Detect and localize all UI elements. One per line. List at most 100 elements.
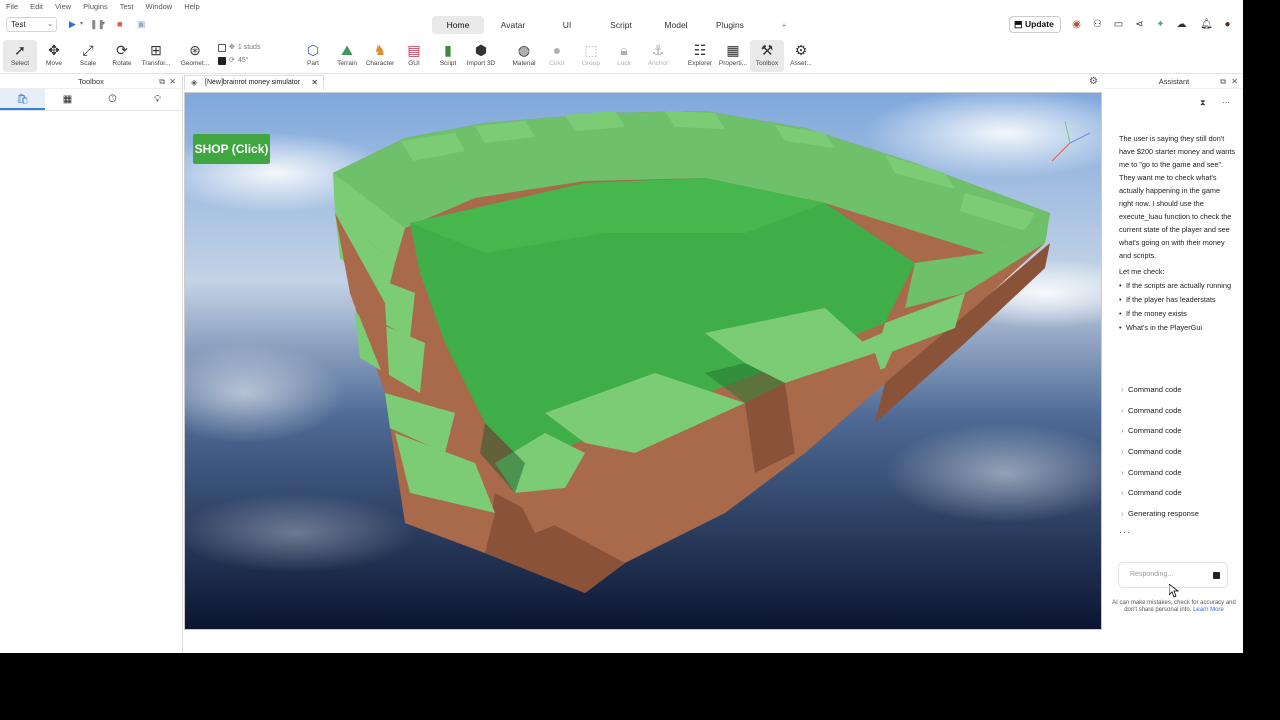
ai-disclaimer: AI can make mistakes, check for accuracy… <box>1105 600 1243 614</box>
document-tab[interactable]: ◈ [New]brainrot money simulator ✕ <box>184 75 324 90</box>
command-code-item[interactable]: Command code <box>1121 421 1236 442</box>
color-button[interactable]: ● Color <box>540 40 574 72</box>
geometry-tool-button[interactable]: ⊛ Geomet... <box>178 40 212 72</box>
assistant-message: The user is saying they still don't have… <box>1119 132 1235 337</box>
ribbon-tabs: Home Avatar UI Script Model Plugins + <box>432 16 810 34</box>
lock-button[interactable]: 🔒︎ Lock <box>607 40 641 72</box>
menu-window[interactable]: Window <box>146 2 173 11</box>
move-snap-row[interactable]: ✥ 1 studs <box>218 41 260 54</box>
close-icon[interactable]: ✕ <box>311 76 318 90</box>
anchor-button[interactable]: ⚓︎ Anchor <box>641 40 675 72</box>
close-icon[interactable]: ✕ <box>1231 75 1238 89</box>
menu-test[interactable]: Test <box>120 2 134 11</box>
group-button[interactable]: ⬚ Group <box>574 40 608 72</box>
explorer-button[interactable]: ☷ Explorer <box>683 40 717 72</box>
tab-avatar[interactable]: Avatar <box>484 16 542 34</box>
tool-label: Import 3D <box>466 60 496 67</box>
add-user-icon[interactable]: ⚇ <box>1087 17 1108 32</box>
toolbox-tab-inventory[interactable]: ▦ <box>45 89 90 110</box>
notification-icon[interactable]: 🔔︎ <box>1196 17 1217 32</box>
tool-label: Material <box>512 60 536 67</box>
gear-icon[interactable]: ⚙ <box>1089 76 1098 87</box>
rotate-tool-button[interactable]: ⟳ Rotate <box>105 40 139 72</box>
gui-button[interactable]: ▤ GUI <box>397 40 431 72</box>
tab-script[interactable]: Script <box>592 16 650 34</box>
generating-response-item[interactable]: Generating response <box>1121 504 1236 525</box>
toolbox-tab-recent[interactable]: 🕓︎ <box>90 89 135 110</box>
assistant-title: Assistant <box>1158 77 1190 86</box>
tab-plugins[interactable]: Plugins <box>702 16 758 34</box>
part-button[interactable]: ⬡ Part <box>296 40 330 72</box>
place-icon: ◈ <box>191 78 198 87</box>
chevron-down-icon[interactable]: ▾ <box>102 18 105 30</box>
3d-viewport[interactable]: SHOP (Click) <box>184 92 1102 630</box>
rotate-icon: ⟳ <box>229 57 235 64</box>
studio-window: File Edit View Plugins Test Window Help … <box>0 0 1243 653</box>
chevron-down-icon[interactable]: ▾ <box>80 18 83 30</box>
toolbox-tab-marketplace[interactable]: 🛍︎ <box>0 89 45 110</box>
command-code-item[interactable]: Command code <box>1121 483 1236 504</box>
more-icon[interactable]: ⋯ <box>1222 98 1230 107</box>
menu-file[interactable]: File <box>6 2 18 11</box>
command-code-item[interactable]: Command code <box>1121 380 1236 401</box>
rotate-snap-checkbox[interactable] <box>218 56 226 65</box>
asset-icon: ⚙ <box>794 42 808 58</box>
move-snap-checkbox[interactable] <box>218 43 226 52</box>
move-snap-value[interactable]: 1 studs <box>238 41 261 54</box>
shop-button[interactable]: SHOP (Click) <box>193 134 270 164</box>
import-3d-button[interactable]: ⬢ Import 3D <box>464 40 498 72</box>
snap-settings: ✥ 1 studs ⟳ 45° <box>218 41 260 67</box>
play-icon[interactable]: ▶ <box>69 18 76 30</box>
stop-icon[interactable]: ■ <box>117 18 122 30</box>
properties-icon: ▦ <box>726 42 740 58</box>
avatar-icon[interactable]: ◉ <box>1066 17 1087 32</box>
history-icon[interactable]: ⧗ <box>1200 98 1206 108</box>
toolbox-tab-creations[interactable]: 💡︎ <box>135 89 180 110</box>
cloud-icon[interactable]: ☁ <box>1171 17 1192 32</box>
tool-label: Transfor... <box>141 60 171 67</box>
command-code-item[interactable]: Command code <box>1121 463 1236 484</box>
import-icon: ⬢ <box>474 42 488 58</box>
profile-avatar[interactable]: ● <box>1217 17 1238 32</box>
rotate-snap-value[interactable]: 45° <box>238 54 249 67</box>
top-bar: Test ⌄ ▶ ▾ ❚❚ ▾ ■ ▣ Home Avatar UI Scrip… <box>0 13 1243 37</box>
chat-icon[interactable]: ▭ <box>1108 17 1129 32</box>
menu-help[interactable]: Help <box>184 2 199 11</box>
popout-icon[interactable]: ⧉ <box>1220 75 1226 89</box>
command-code-item[interactable]: Command code <box>1121 442 1236 463</box>
menu-edit[interactable]: Edit <box>30 2 43 11</box>
assistant-lead: Let me check: <box>1119 267 1165 276</box>
share-icon[interactable]: ⋖ <box>1129 17 1150 32</box>
screen-icon[interactable]: ▣ <box>137 18 146 30</box>
terrain-button[interactable]: ⛰ Terrain <box>330 40 364 72</box>
add-tab-button[interactable]: + <box>758 16 810 34</box>
material-button[interactable]: ◍ Material <box>507 40 541 72</box>
stop-button[interactable] <box>1210 569 1222 581</box>
tab-ui[interactable]: UI <box>542 16 592 34</box>
assistant-icon[interactable]: ✦ <box>1150 17 1171 32</box>
rotate-snap-row[interactable]: ⟳ 45° <box>218 54 260 67</box>
part-icon: ⬡ <box>306 42 320 58</box>
scale-tool-button[interactable]: ⤢ Scale <box>71 40 105 72</box>
asset-manager-button[interactable]: ⚙ Asset... <box>784 40 818 72</box>
script-button[interactable]: ▮ Script <box>431 40 465 72</box>
command-code-item[interactable]: Command code <box>1121 401 1236 422</box>
tab-model[interactable]: Model <box>650 16 702 34</box>
menu-view[interactable]: View <box>55 2 71 11</box>
properties-button[interactable]: ▦ Properti... <box>716 40 750 72</box>
tab-home[interactable]: Home <box>432 16 484 34</box>
transform-tool-button[interactable]: ⊞ Transfor... <box>139 40 173 72</box>
learn-more-link[interactable]: Learn More <box>1193 607 1224 613</box>
popout-icon[interactable]: ⧉ <box>159 75 165 89</box>
character-button[interactable]: ♞ Character <box>363 40 397 72</box>
tool-label: Geomet... <box>180 60 210 67</box>
menu-plugins[interactable]: Plugins <box>83 2 108 11</box>
toolbox-title: Toolbox <box>78 77 104 86</box>
move-tool-button[interactable]: ✥ Move <box>37 40 71 72</box>
color-icon: ● <box>552 42 562 58</box>
close-icon[interactable]: ✕ <box>169 75 176 89</box>
update-button[interactable]: ⬒ Update <box>1009 16 1061 33</box>
mode-dropdown[interactable]: Test ⌄ <box>6 17 57 32</box>
select-tool-button[interactable]: ➚ Select <box>3 40 37 72</box>
toolbox-button[interactable]: ⚒ Toolbox <box>750 40 784 72</box>
